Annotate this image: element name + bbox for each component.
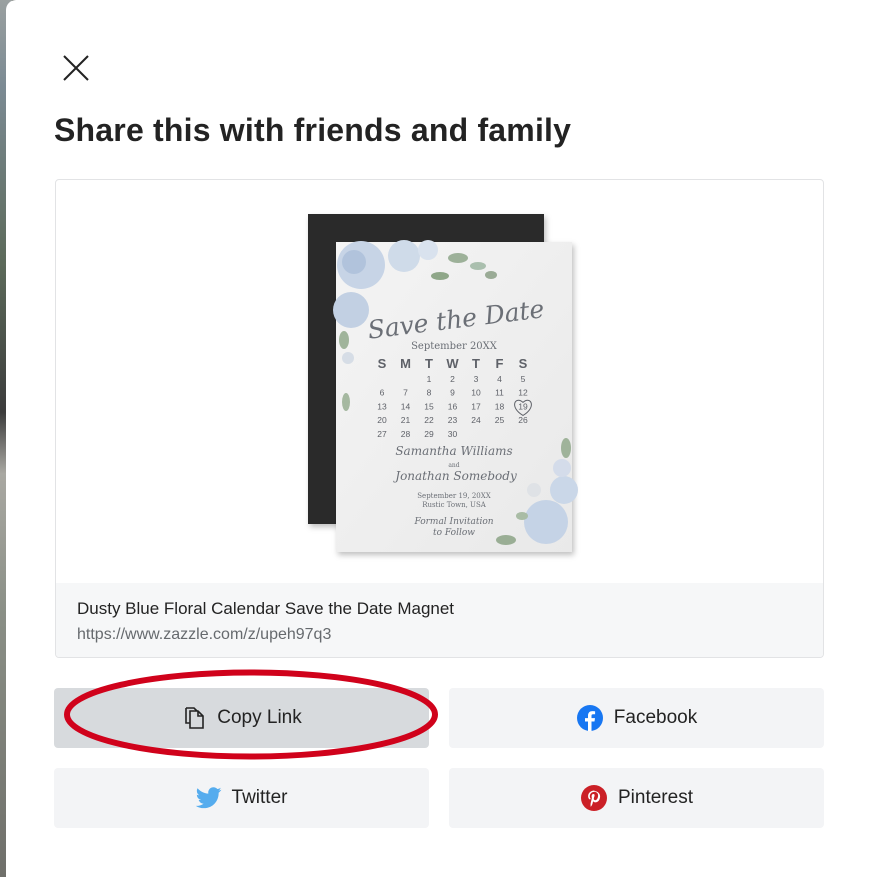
twitter-button[interactable]: Twitter	[54, 768, 429, 828]
calendar-day: 17	[471, 401, 481, 411]
product-info: Dusty Blue Floral Calendar Save the Date…	[56, 583, 823, 657]
calendar-day: 22	[424, 415, 434, 425]
calendar-weekday: F	[496, 356, 504, 371]
calendar-day: 13	[377, 401, 387, 411]
calendar-day: 27	[377, 429, 387, 439]
calendar-day: 12	[518, 388, 528, 398]
artwork-note-1: Formal Invitation	[413, 517, 493, 527]
calendar-day: 20	[377, 415, 387, 425]
pinterest-button[interactable]: Pinterest	[449, 768, 824, 828]
calendar-day: 18	[495, 401, 505, 411]
calendar-day: 24	[471, 415, 481, 425]
copy-link-label: Copy Link	[217, 707, 302, 728]
calendar-day: 14	[401, 401, 411, 411]
calendar-day: 3	[474, 374, 479, 384]
artwork-joiner: and	[448, 462, 459, 469]
calendar-day: 5	[521, 374, 526, 384]
facebook-button[interactable]: Facebook	[449, 688, 824, 748]
calendar-weekday: T	[425, 356, 433, 371]
copy-link-button[interactable]: Copy Link	[54, 688, 429, 748]
facebook-icon	[576, 704, 604, 732]
calendar-weekday: S	[378, 356, 387, 371]
calendar-day: 26	[518, 415, 528, 425]
calendar-weekday: W	[446, 356, 459, 371]
calendar-weekday: T	[472, 356, 480, 371]
artwork-location: Rustic Town, USA	[422, 501, 487, 509]
dialog-title: Share this with friends and family	[54, 112, 572, 148]
artwork-note-2: to Follow	[433, 528, 475, 538]
facebook-label: Facebook	[613, 707, 698, 728]
artwork-date: September 19, 20XX	[417, 492, 490, 500]
calendar-day: 21	[401, 415, 411, 425]
product-url[interactable]: https://www.zazzle.com/z/upeh97q3	[77, 626, 331, 644]
product-preview-card: Save the Date September 20XX SMTWTFS1234…	[55, 179, 824, 658]
calendar-day: 16	[448, 401, 458, 411]
calendar-day: 28	[401, 429, 411, 439]
close-button[interactable]	[59, 51, 93, 85]
calendar-day: 19	[518, 401, 528, 411]
calendar-day: 23	[448, 415, 458, 425]
calendar-day: 9	[450, 388, 455, 398]
product-name: Dusty Blue Floral Calendar Save the Date…	[77, 599, 455, 618]
calendar-day: 11	[495, 388, 504, 398]
calendar-weekday: S	[519, 356, 528, 371]
calendar-day: 30	[448, 429, 458, 439]
twitter-label: Twitter	[231, 787, 288, 808]
pinterest-label: Pinterest	[618, 787, 693, 808]
product-image: Save the Date September 20XX SMTWTFS1234…	[56, 180, 823, 583]
artwork-name-1: Samantha Williams	[395, 444, 512, 458]
calendar-day: 6	[380, 388, 385, 398]
calendar-day: 1	[427, 374, 432, 384]
calendar-day: 2	[450, 374, 455, 384]
pinterest-icon	[580, 784, 608, 812]
artwork-name-2: Jonathan Somebody	[392, 469, 517, 483]
calendar-weekday: M	[400, 356, 411, 371]
share-dialog: Share this with friends and family Save …	[6, 0, 874, 877]
close-icon	[63, 55, 89, 81]
twitter-icon	[195, 787, 222, 809]
calendar-day: 7	[403, 388, 408, 398]
calendar-day: 15	[424, 401, 434, 411]
calendar-day: 4	[497, 374, 502, 384]
calendar-day: 25	[495, 415, 505, 425]
calendar-day: 29	[424, 429, 434, 439]
calendar-day: 10	[471, 388, 481, 398]
calendar-day: 8	[427, 388, 432, 398]
copy-link-icon	[181, 706, 207, 730]
artwork-month: September 20XX	[411, 341, 498, 352]
